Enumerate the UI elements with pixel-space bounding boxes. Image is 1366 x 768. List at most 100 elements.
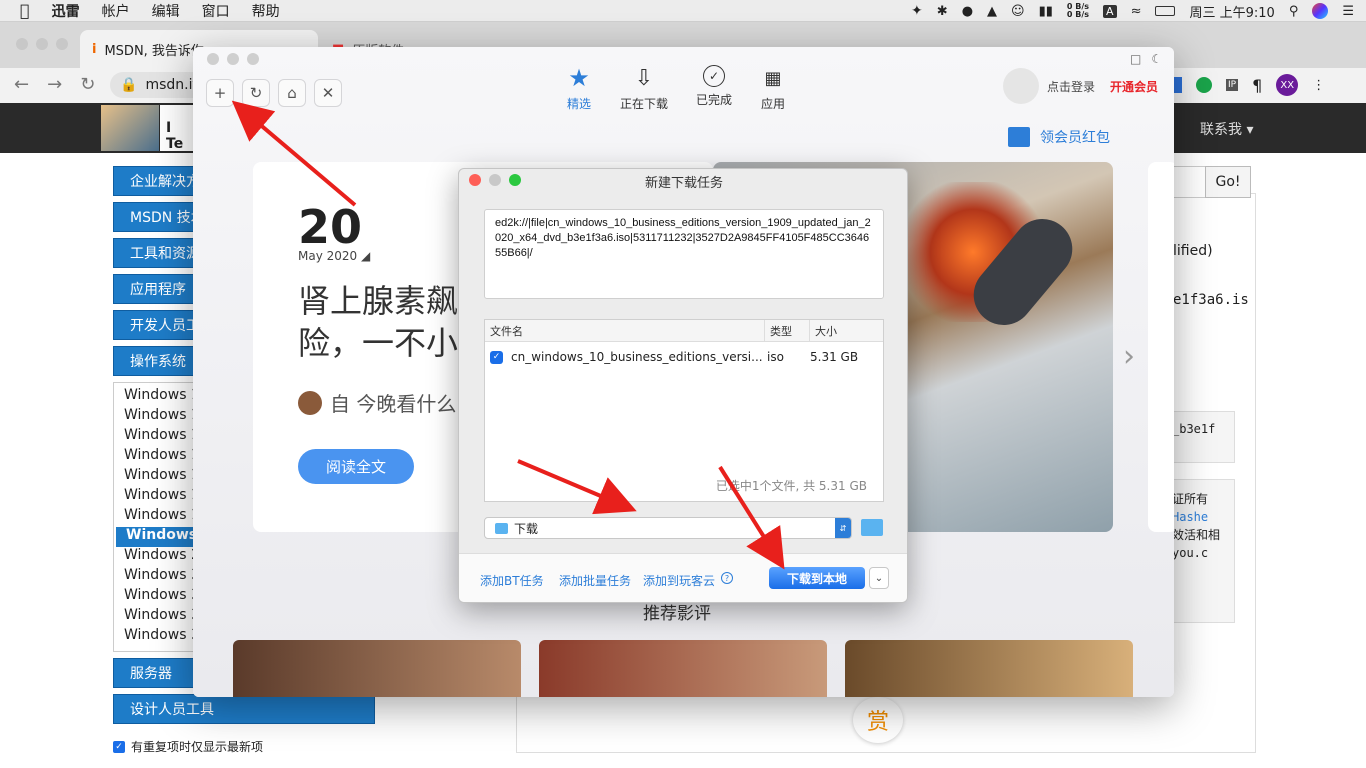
file-checkbox[interactable]: ✓ — [490, 350, 503, 364]
refresh-icon: ↻ — [249, 84, 263, 102]
nav-apps[interactable]: ▦ 应用 — [760, 65, 786, 112]
xunlei-close-button[interactable] — [207, 53, 219, 65]
face-tray-icon[interactable]: ☺ — [1011, 4, 1025, 19]
broom-icon: ✕ — [321, 84, 335, 102]
clock[interactable]: 周三 上午9:10 — [1189, 2, 1274, 21]
col-size-header[interactable]: 大小 — [810, 320, 880, 342]
help-icon[interactable]: □ — [1130, 52, 1141, 66]
vip-link[interactable]: 开通会员 — [1110, 78, 1158, 95]
browser-zoom-button[interactable] — [56, 38, 68, 50]
menu-account[interactable]: 帐户 — [102, 1, 130, 21]
site-search-input[interactable] — [1170, 166, 1206, 198]
red-packet-link[interactable]: 领会员红包 — [1008, 127, 1110, 147]
notification-center-icon[interactable]: ☰ — [1342, 4, 1354, 19]
read-more-button[interactable]: 阅读全文 — [298, 449, 414, 484]
menu-app[interactable]: 迅雷 — [52, 1, 80, 21]
battery-icon[interactable] — [1155, 6, 1176, 16]
browser-extensions: IP ¶ XX ⋮ — [1168, 74, 1325, 96]
xunlei-traffic-lights — [207, 53, 259, 65]
nav-downloading[interactable]: ⇩ 正在下载 — [620, 65, 668, 112]
menu-window[interactable]: 窗口 — [202, 1, 230, 21]
extension-ip-icon[interactable]: IP — [1226, 79, 1239, 91]
download-to-local-button[interactable]: 下载到本地 — [769, 567, 865, 589]
back-icon[interactable]: ← — [14, 74, 29, 95]
col-name-header[interactable]: 文件名 — [485, 319, 765, 342]
menu-help[interactable]: 帮助 — [252, 1, 280, 21]
xunlei-tray-icon[interactable]: ✦ — [911, 3, 923, 19]
help-circle-icon[interactable]: ? — [721, 572, 733, 584]
review-thumb-1[interactable] — [233, 640, 521, 697]
review-thumb-3[interactable] — [845, 640, 1133, 697]
browser-close-button[interactable] — [16, 38, 28, 50]
chat-tray-icon[interactable]: ● — [962, 4, 973, 19]
profile-avatar[interactable]: XX — [1276, 74, 1299, 96]
dedupe-checkbox[interactable]: ✓ — [113, 740, 125, 753]
next-card[interactable] — [1148, 162, 1174, 532]
article-day: 20 — [298, 200, 363, 254]
nav-completed[interactable]: ✓ 已完成 — [696, 65, 732, 112]
nav-label: 正在下载 — [620, 97, 669, 111]
xunlei-zoom-button[interactable] — [247, 53, 259, 65]
site-logo-image — [101, 105, 159, 151]
apple-icon[interactable]:  — [20, 1, 30, 20]
hash-link[interactable]: Hashe — [1172, 508, 1230, 526]
author-avatar — [298, 390, 322, 415]
add-batch-task-link[interactable]: 添加批量任务 — [559, 572, 631, 589]
macos-menubar:  迅雷 帐户 编辑 窗口 帮助 ✦ ✱ ● ▲ ☺ ▮▮ 0 B/s 0 B/… — [0, 0, 1366, 22]
contact-label: 联系我 — [1200, 122, 1242, 138]
penguin-tray-icon[interactable]: ▲ — [987, 4, 997, 19]
gift-icon — [1008, 127, 1030, 147]
dedupe-label: 有重复项时仅显示最新项 — [131, 740, 264, 754]
detail-note-box: 证所有 Hashe 效活和相 you.c — [1167, 479, 1235, 623]
detail-code-box: _b3e1f — [1167, 411, 1235, 463]
browse-folder-icon[interactable] — [861, 519, 883, 536]
file-type: iso — [767, 350, 784, 364]
input-method-indicator[interactable]: A — [1103, 4, 1117, 18]
file-size: 5.31 GB — [810, 350, 859, 364]
add-bt-task-link[interactable]: 添加BT任务 — [480, 572, 544, 589]
home-button[interactable]: ⌂ — [278, 79, 306, 107]
bars-tray-icon[interactable]: ▮▮ — [1039, 4, 1053, 19]
detail-text-1: lified) — [1173, 243, 1213, 259]
site-search-go-button[interactable]: Go! — [1205, 166, 1251, 198]
user-avatar[interactable] — [1003, 68, 1039, 104]
dark-mode-icon[interactable]: ☾ — [1151, 52, 1162, 66]
add-to-cloud-link[interactable]: 添加到玩客云 — [643, 572, 715, 589]
detail-code-text: _b3e1f — [1172, 422, 1216, 436]
folder-small-icon — [495, 522, 508, 534]
category-designer[interactable]: 设计人员工具 — [113, 694, 375, 724]
headline-line-1: 肾上腺素飙 — [298, 282, 459, 320]
download-options-chevron-icon[interactable]: ⌄ — [869, 567, 889, 589]
bluetooth-tray-icon[interactable]: ✱ — [937, 4, 948, 19]
windows-item-selected[interactable]: Windows — [116, 527, 197, 547]
wifi-icon[interactable]: ≈ — [1131, 4, 1142, 19]
xunlei-minimize-button[interactable] — [227, 53, 239, 65]
file-row[interactable]: ✓ cn_windows_10_business_editions_versi.… — [485, 342, 883, 372]
apps-icon: ▦ — [764, 67, 782, 89]
nav-featured[interactable]: ★ 精选 — [566, 64, 592, 112]
browser-minimize-button[interactable] — [36, 38, 48, 50]
reward-button[interactable]: 赏 — [853, 697, 903, 743]
siri-icon[interactable] — [1312, 3, 1329, 19]
author-text: 自 今晚看什么 — [330, 392, 457, 416]
spotlight-icon[interactable]: ⚲ — [1289, 4, 1299, 19]
menu-edit[interactable]: 编辑 — [152, 1, 180, 21]
forward-icon[interactable]: → — [47, 74, 62, 95]
dedupe-option: ✓ 有重复项时仅显示最新项 — [113, 738, 263, 755]
file-name: cn_windows_10_business_editions_versi... — [511, 350, 763, 364]
refresh-button[interactable]: ↻ — [242, 79, 270, 107]
extension-2-icon[interactable] — [1196, 77, 1212, 93]
chrome-menu-icon[interactable]: ⋮ — [1312, 78, 1325, 93]
review-thumb-2[interactable] — [539, 640, 827, 697]
col-type-header[interactable]: 类型 — [765, 319, 810, 342]
login-link[interactable]: 点击登录 — [1047, 78, 1095, 95]
clean-button[interactable]: ✕ — [314, 79, 342, 107]
selection-summary: 已选中1个文件, 共 5.31 GB — [715, 479, 867, 493]
contact-menu[interactable]: 联系我 ▾ — [1200, 119, 1253, 139]
extension-paragraph-icon[interactable]: ¶ — [1252, 76, 1262, 95]
save-path-select[interactable]: 下载 ⇵ — [484, 517, 852, 539]
reload-icon[interactable]: ↻ — [80, 74, 95, 95]
new-task-button[interactable]: + — [206, 79, 234, 107]
download-link-textarea[interactable]: ed2k://|file|cn_windows_10_business_edit… — [484, 209, 884, 299]
carousel-next-icon[interactable]: › — [1123, 339, 1135, 374]
